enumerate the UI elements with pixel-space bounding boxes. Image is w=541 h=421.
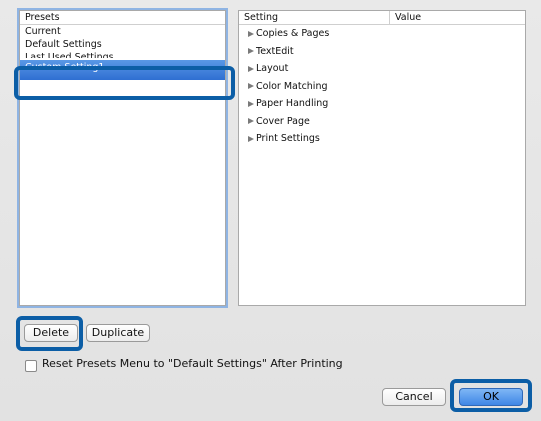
presets-list[interactable]: Presets Current Default Settings Last Us…: [19, 10, 226, 306]
setting-row-textedit[interactable]: TextEdit: [239, 43, 525, 61]
presets-dialog: Presets Current Default Settings Last Us…: [0, 0, 541, 421]
value-column-header: Value: [395, 12, 422, 23]
disclosure-triangle-icon[interactable]: [248, 135, 254, 142]
preset-item-last-used-settings[interactable]: Last Used Settings: [20, 51, 225, 58]
disclosure-triangle-icon[interactable]: [248, 83, 254, 90]
setting-row-copies-pages[interactable]: Copies & Pages: [239, 25, 525, 43]
duplicate-button[interactable]: Duplicate: [86, 324, 150, 342]
custom-setting-highlight: [14, 66, 235, 100]
disclosure-triangle-icon[interactable]: [248, 100, 254, 107]
reset-presets-checkbox[interactable]: [25, 360, 37, 372]
setting-row-print-settings[interactable]: Print Settings: [239, 130, 525, 148]
setting-label: Color Matching: [256, 80, 328, 92]
disclosure-triangle-icon[interactable]: [248, 48, 254, 55]
ok-button-highlight: [450, 379, 532, 412]
setting-row-cover-page[interactable]: Cover Page: [239, 113, 525, 131]
cancel-button[interactable]: Cancel: [382, 388, 446, 406]
preset-item-current[interactable]: Current: [20, 25, 225, 38]
setting-label: Layout: [256, 63, 289, 74]
setting-row-color-matching[interactable]: Color Matching: [239, 78, 525, 96]
disclosure-triangle-icon[interactable]: [248, 65, 254, 72]
disclosure-triangle-icon[interactable]: [248, 118, 254, 125]
settings-header: Setting Value: [239, 11, 525, 25]
disclosure-triangle-icon[interactable]: [248, 30, 254, 37]
delete-button-highlight: [16, 316, 83, 351]
reset-presets-label: Reset Presets Menu to "Default Settings"…: [42, 357, 343, 370]
setting-row-paper-handling[interactable]: Paper Handling: [239, 95, 525, 113]
setting-label: Paper Handling: [256, 98, 329, 109]
setting-label: TextEdit: [256, 45, 294, 57]
presets-header: Presets: [20, 11, 225, 25]
setting-row-layout[interactable]: Layout: [239, 60, 525, 78]
setting-label: Copies & Pages: [256, 28, 330, 39]
setting-label: Cover Page: [256, 115, 310, 127]
settings-table[interactable]: Setting Value Copies & Pages TextEdit La…: [238, 10, 526, 306]
setting-label: Print Settings: [256, 133, 320, 144]
preset-item-default-settings[interactable]: Default Settings: [20, 38, 225, 51]
setting-column-header: Setting: [239, 11, 390, 24]
